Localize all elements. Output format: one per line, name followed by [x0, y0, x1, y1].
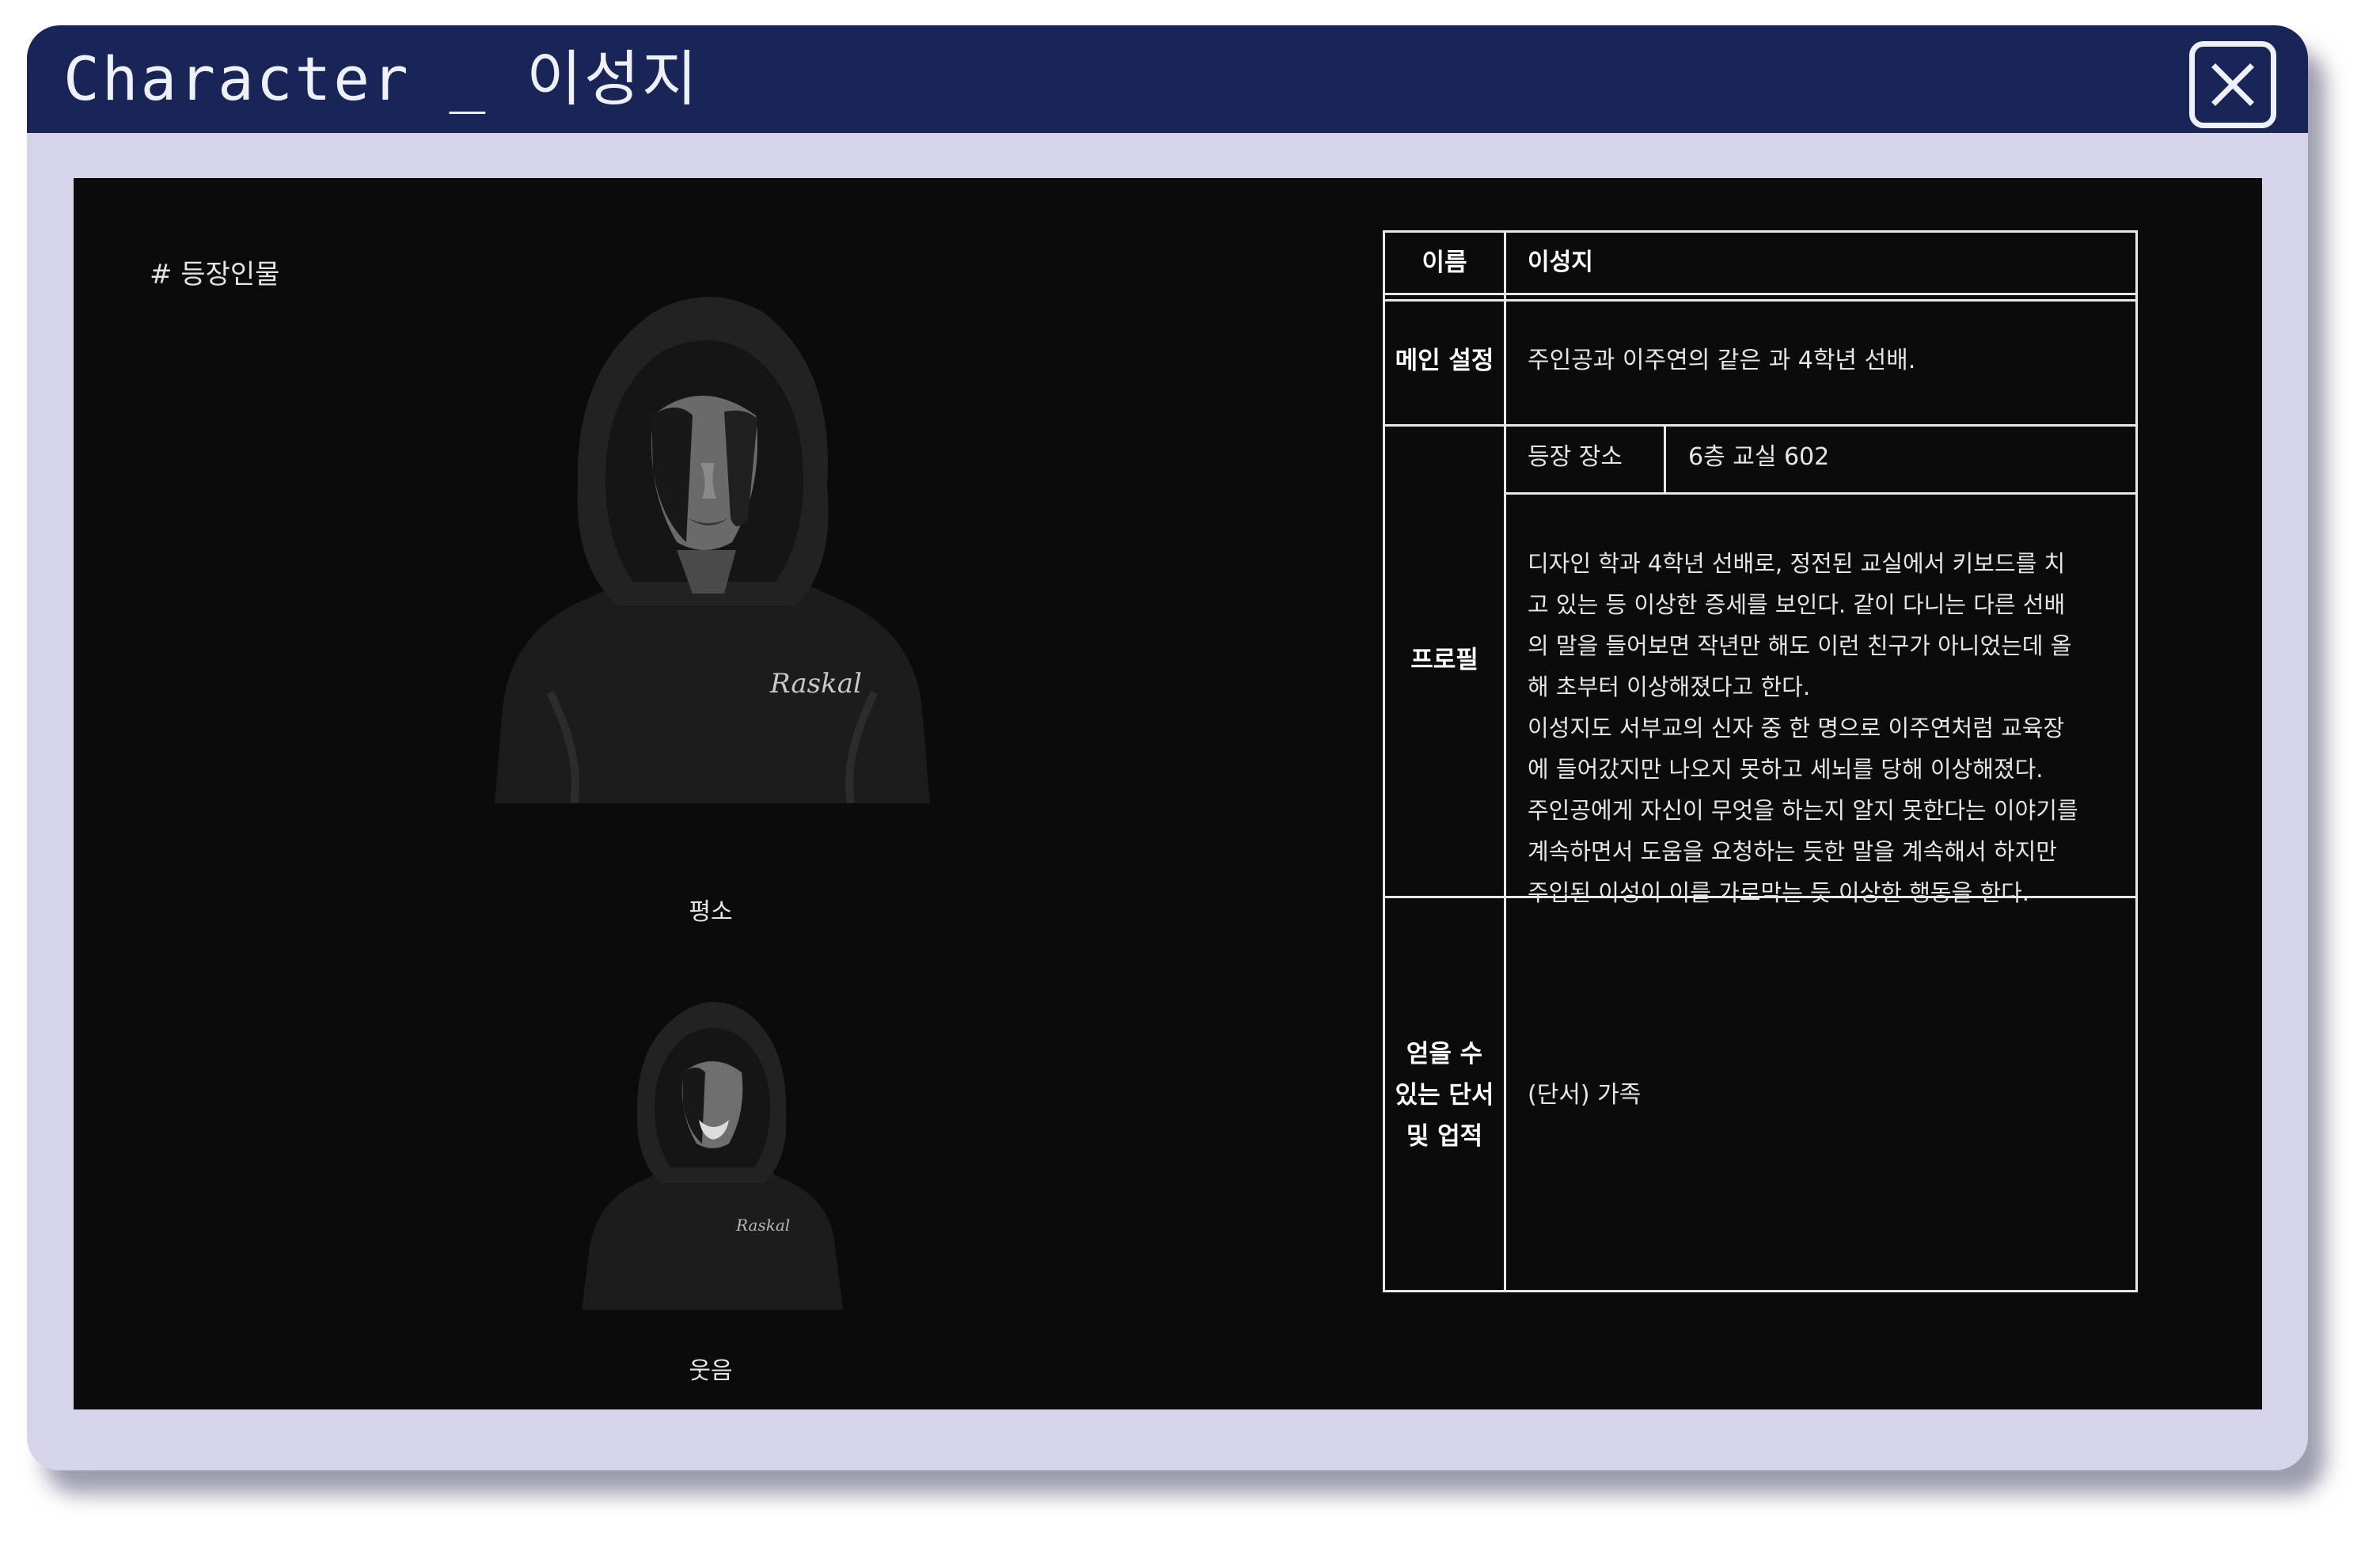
portrait-laugh: Raskal: [582, 1002, 843, 1310]
profile-line: 고 있는 등 이상한 증세를 보인다. 같이 다니는 다른 선배: [1528, 591, 2066, 618]
clue-value: (단서) 가족: [1528, 1081, 1642, 1109]
close-x-icon: [2211, 63, 2254, 106]
content-panel: # 등장인물 Raskal 평소 Raskal 웃음 이름 이성지 메인 설정 …: [74, 178, 2262, 1409]
section-tag: # 등장인물: [150, 259, 280, 290]
portrait-normal: Raskal: [495, 297, 930, 803]
location-value: 6층 교실 602: [1688, 443, 1830, 471]
portrait-caption-laugh: 웃음: [689, 1357, 733, 1385]
portrait-caption-normal: 평소: [689, 898, 733, 926]
character-window: Character _ 이성지 # 등장인물 Raskal 평소 Raskal …: [27, 25, 2308, 1470]
profile-line: 주입된 이성이 이를 가로막는 듯 이상한 행동을 한다.: [1528, 879, 2030, 906]
profile-line: 디자인 학과 4학년 선배로, 정전된 교실에서 키보드를 치: [1528, 550, 2066, 577]
name-value: 이성지: [1528, 248, 1593, 276]
shirt-logo-text: Raskal: [735, 1216, 790, 1235]
title-bar: Character _ 이성지: [27, 25, 2308, 133]
profile-label: 프로필: [1410, 646, 1478, 674]
name-label: 이름: [1422, 248, 1467, 277]
window-title: Character _ 이성지: [63, 44, 700, 114]
setting-value: 주인공과 이주연의 같은 과 4학년 선배.: [1528, 347, 1916, 374]
close-button[interactable]: [2189, 41, 2276, 128]
profile-line: 해 초부터 이상해졌다고 한다.: [1528, 673, 1811, 700]
location-label: 등장 장소: [1528, 443, 1623, 471]
profile-line: 에 들어갔지만 나오지 못하고 세뇌를 당해 이상해졌다.: [1528, 756, 2044, 783]
profile-line: 계속하면서 도움을 요청하는 듯한 말을 계속해서 하지만: [1528, 838, 2057, 865]
clue-label-line: 얻을 수: [1406, 1040, 1483, 1068]
clue-label: 얻을 수 있는 단서 및 업적: [1385, 1034, 1504, 1157]
setting-label: 메인 설정: [1395, 347, 1494, 375]
clue-label-line: 및 업적: [1406, 1122, 1483, 1151]
profile-line: 주인공에게 자신이 무엇을 하는지 알지 못한다는 이야기를: [1528, 797, 2078, 824]
profile-line: 이성지도 서부교의 신자 중 한 명으로 이주연처럼 교육장: [1528, 715, 2065, 742]
shirt-logo-text: Raskal: [769, 668, 862, 700]
clue-label-line: 있는 단서: [1395, 1081, 1494, 1110]
profile-line: 의 말을 들어보면 작년만 해도 이런 친구가 아니었는데 올: [1528, 632, 2072, 659]
profile-description: 디자인 학과 4학년 선배로, 정전된 교실에서 키보드를 치 고 있는 등 이…: [1528, 543, 2078, 913]
character-info-table: 이름 이성지 메인 설정 주인공과 이주연의 같은 과 4학년 선배. 프로필 …: [1383, 230, 2138, 1292]
